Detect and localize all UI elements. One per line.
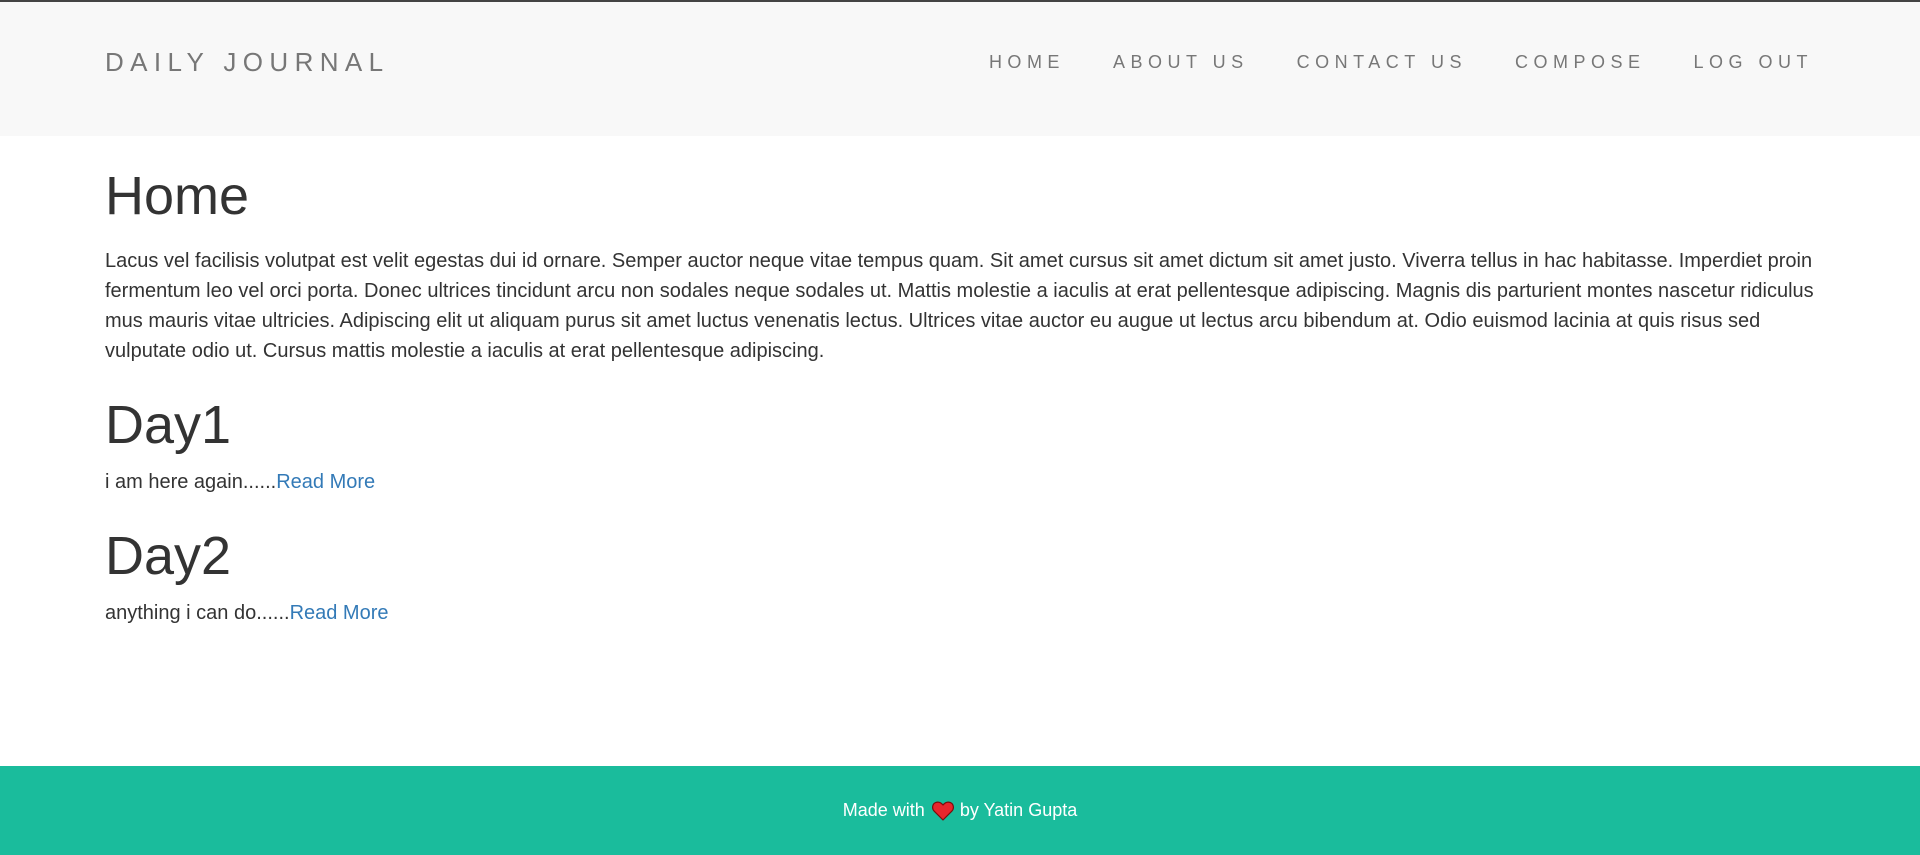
post-item: Day1 i am here again......Read More [105, 395, 1815, 497]
post-excerpt: i am here again...... [105, 471, 277, 493]
intro-paragraph: Lacus vel facilisis volutpat est velit e… [105, 250, 1814, 362]
navbar: DAILY JOURNAL HOME ABOUT US CONTACT US C… [0, 2, 1920, 136]
nav-item-contact: CONTACT US [1297, 51, 1467, 73]
footer-prefix: Made with [842, 800, 925, 820]
nav-link-logout[interactable]: LOG OUT [1693, 52, 1813, 72]
nav-item-about: ABOUT US [1113, 51, 1249, 73]
nav-item-logout: LOG OUT [1693, 51, 1813, 73]
post-title: Day1 [105, 395, 232, 455]
heart-icon [931, 801, 954, 821]
page-title: Home [105, 166, 250, 226]
nav-menu: HOME ABOUT US CONTACT US COMPOSE LOG OUT [989, 51, 1813, 73]
main-content: Home Lacus vel facilisis volutpat est ve… [105, 136, 1815, 628]
post-excerpt-row: anything i can do......Read More [105, 598, 1815, 628]
post-item: Day2 anything i can do......Read More [105, 526, 1815, 628]
post-excerpt-row: i am here again......Read More [105, 467, 1815, 497]
post-excerpt: anything i can do...... [105, 602, 290, 624]
nav-link-home[interactable]: HOME [989, 52, 1065, 72]
nav-link-contact[interactable]: CONTACT US [1297, 52, 1467, 72]
footer-suffix: by Yatin Gupta [959, 800, 1078, 820]
post-title: Day2 [105, 526, 232, 586]
nav-link-compose[interactable]: COMPOSE [1515, 52, 1646, 72]
nav-item-home: HOME [989, 51, 1065, 73]
footer: Made with by Yatin Gupta [0, 766, 1920, 855]
nav-item-compose: COMPOSE [1515, 51, 1646, 73]
nav-link-about[interactable]: ABOUT US [1113, 52, 1249, 72]
read-more-link[interactable]: Read More [276, 471, 375, 493]
brand-logo[interactable]: DAILY JOURNAL [105, 46, 390, 78]
read-more-link[interactable]: Read More [290, 602, 389, 624]
